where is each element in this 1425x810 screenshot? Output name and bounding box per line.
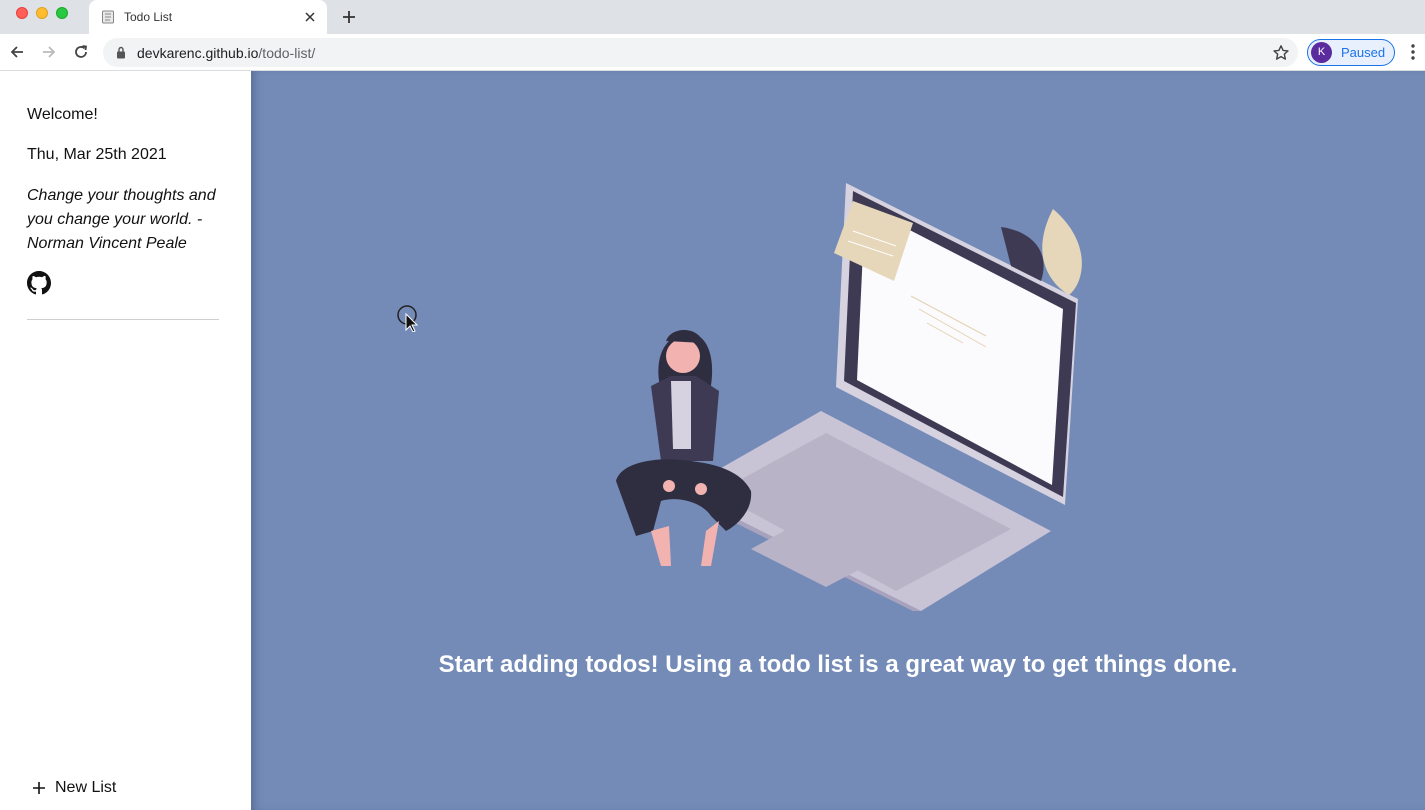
date-text: Thu, Mar 25th 2021: [27, 146, 167, 163]
github-icon[interactable]: [27, 271, 51, 295]
browser-menu-icon[interactable]: [1405, 42, 1421, 62]
quote-text: Change your thoughts and you change your…: [27, 187, 216, 252]
browser-tab-bar: Todo List: [0, 0, 1425, 34]
browser-toolbar: devkarenc.github.io/todo-list/ K Paused: [0, 34, 1425, 71]
tab-title: Todo List: [124, 10, 173, 24]
empty-state-message: Start adding todos! Using a todo list is…: [438, 651, 1238, 678]
welcome-text: Welcome!: [27, 106, 98, 123]
back-icon[interactable]: [7, 42, 27, 62]
page-icon: [102, 10, 114, 24]
url-text: devkarenc.github.io/todo-list/: [137, 45, 315, 61]
url-path: /todo-list/: [258, 45, 316, 61]
close-window-button[interactable]: [16, 7, 28, 19]
main-content: Start adding todos! Using a todo list is…: [251, 71, 1425, 810]
sidebar-divider: [27, 319, 219, 320]
plus-icon: [33, 782, 45, 794]
bookmark-star-icon[interactable]: [1272, 44, 1290, 62]
mouse-cursor-icon: [397, 305, 419, 332]
sidebar: Welcome! Thu, Mar 25th 2021 Change your …: [0, 71, 251, 810]
maximize-window-button[interactable]: [56, 7, 68, 19]
browser-tab[interactable]: Todo List: [89, 0, 327, 34]
empty-state-illustration: [616, 183, 1082, 611]
new-list-label: New List: [55, 779, 117, 796]
profile-status: Paused: [1341, 45, 1386, 60]
reload-icon[interactable]: [71, 42, 91, 62]
forward-icon[interactable]: [39, 42, 59, 62]
close-tab-icon[interactable]: [302, 9, 318, 25]
profile-button[interactable]: K Paused: [1307, 39, 1395, 66]
avatar: K: [1311, 42, 1332, 63]
minimize-window-button[interactable]: [36, 7, 48, 19]
address-bar[interactable]: devkarenc.github.io/todo-list/: [103, 38, 1298, 67]
new-list-button[interactable]: New List: [32, 779, 116, 797]
new-tab-icon[interactable]: [340, 8, 358, 26]
url-host: devkarenc.github.io: [137, 45, 259, 61]
lock-icon: [117, 46, 125, 59]
